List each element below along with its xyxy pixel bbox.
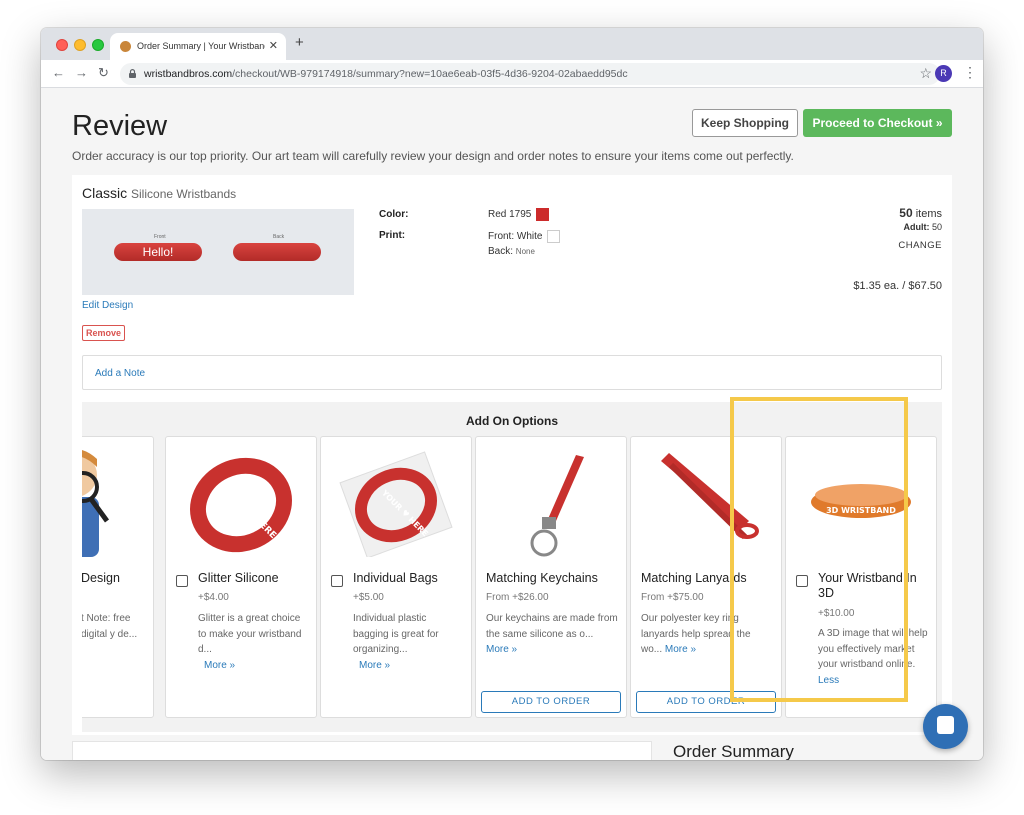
addon-desc: Individual plastic bagging is great for … xyxy=(353,611,463,673)
glitter-wristband-image: YOUR ♥ HERE xyxy=(190,457,292,553)
url-text: wristbandbros.com/checkout/WB-979174918/… xyxy=(144,68,628,80)
addon-title: Glitter Silicone xyxy=(198,571,279,585)
design-preview[interactable]: Front Back Hello! xyxy=(82,209,354,295)
edit-design-link[interactable]: Edit Design xyxy=(82,300,133,311)
wristband-print-text: YOUR ♥ HERE xyxy=(221,484,278,541)
url-domain: wristbandbros.com xyxy=(144,68,233,80)
order-details-box xyxy=(72,741,652,760)
lock-icon xyxy=(129,69,136,78)
addon-title: Design xyxy=(82,571,120,585)
close-window-button[interactable] xyxy=(56,39,68,51)
profile-avatar[interactable]: R xyxy=(935,65,952,82)
page-subtitle: Order accuracy is our top priority. Our … xyxy=(72,149,794,163)
bookmark-star-icon[interactable]: ☆ xyxy=(919,65,932,82)
addon-tile-glitter: YOUR ♥ HERE Glitter Silicone +$4.00 Glit… xyxy=(165,436,317,718)
address-bar[interactable]: wristbandbros.com/checkout/WB-979174918/… xyxy=(120,63,940,85)
front-label: Front xyxy=(154,234,166,240)
addon-price: From +$75.00 xyxy=(641,592,704,603)
address-toolbar: ← → ↻ wristbandbros.com/checkout/WB-9791… xyxy=(41,60,983,88)
color-swatch xyxy=(536,208,550,221)
close-tab-icon[interactable]: ✕ xyxy=(269,39,278,52)
addon-desc: Glitter is a great choice to make your w… xyxy=(198,611,308,673)
order-summary-heading: Order Summary xyxy=(673,742,794,760)
menu-dots-icon[interactable]: ⋮ xyxy=(963,64,977,81)
product-price: $1.35 ea. / $67.50 xyxy=(853,280,942,292)
reload-icon[interactable]: ↻ xyxy=(98,65,109,81)
more-link[interactable]: More » xyxy=(486,644,517,655)
print-front-value: Front: White xyxy=(488,230,561,243)
keychain-image xyxy=(530,455,584,557)
proceed-to-checkout-button[interactable]: Proceed to Checkout » xyxy=(803,109,952,137)
remove-button[interactable]: Remove xyxy=(82,325,126,341)
addon-desc-text: Our keychains are made from the same sil… xyxy=(486,613,618,640)
back-label: Back xyxy=(273,234,285,240)
individual-bag-image: YOUR ♥ HERE xyxy=(339,451,453,557)
addon-tile-bags: YOUR ♥ HERE Individual Bags +$5.00 Indiv… xyxy=(320,436,472,718)
boy-magnifier-image xyxy=(82,450,110,557)
color-name: Red 1795 xyxy=(488,209,532,221)
minimize-window-button[interactable] xyxy=(74,39,86,51)
chat-button[interactable] xyxy=(923,704,968,749)
tab-strip: Order Summary | Your Wristband ✕ + xyxy=(41,28,983,60)
print-back-text: None xyxy=(515,247,535,256)
url-path: /checkout/WB-979174918/summary?new=10ae6… xyxy=(232,68,628,80)
addon-desc-text: Individual plastic bagging is great for … xyxy=(353,613,439,655)
addon-price: From +$26.00 xyxy=(486,592,549,603)
forward-arrow-icon[interactable]: → xyxy=(75,65,88,80)
wristband-front-image: Hello! xyxy=(114,243,202,261)
quantity-unit: items xyxy=(915,208,942,220)
new-tab-button[interactable]: + xyxy=(295,34,304,51)
adult-quantity: Adult: 50 xyxy=(903,222,942,232)
color-value: Red 1795 xyxy=(488,208,550,221)
addon-checkbox[interactable] xyxy=(176,575,188,587)
highlight-annotation xyxy=(730,397,908,702)
chat-icon xyxy=(937,716,954,734)
addon-title: Individual Bags xyxy=(353,571,438,585)
more-link[interactable]: More » xyxy=(359,660,390,671)
tab-title: Order Summary | Your Wristband xyxy=(137,41,265,51)
add-to-order-button[interactable]: ADD TO ORDER xyxy=(481,691,621,713)
print-swatch xyxy=(547,230,561,243)
wristband-front-text: Hello! xyxy=(142,245,174,259)
adult-value: 50 xyxy=(931,222,942,232)
addon-price: +$5.00 xyxy=(353,592,384,603)
change-quantity-link[interactable]: CHANGE xyxy=(898,240,942,251)
product-name: Classic Silicone Wristbands xyxy=(82,185,236,201)
color-label: Color: xyxy=(379,209,409,220)
print-back-label: Back: xyxy=(488,246,514,257)
quantity: 50 items xyxy=(899,206,942,220)
print-front-text: Front: White xyxy=(488,231,543,243)
maximize-window-button[interactable] xyxy=(92,39,104,51)
adult-label: Adult: xyxy=(903,222,930,232)
addon-checkbox[interactable] xyxy=(331,575,343,587)
page-title: Review xyxy=(72,110,168,142)
more-link[interactable]: More » xyxy=(204,660,235,671)
product-type: Silicone Wristbands xyxy=(131,187,237,201)
addon-title: Matching Keychains xyxy=(486,571,598,585)
back-arrow-icon[interactable]: ← xyxy=(52,65,65,80)
addon-desc-text: Glitter is a great choice to make your w… xyxy=(198,613,302,655)
favicon-icon xyxy=(120,41,131,52)
addon-desc: Our keychains are made from the same sil… xyxy=(486,611,618,658)
add-note-label: Add a Note xyxy=(95,368,146,379)
addon-price: +$4.00 xyxy=(198,592,229,603)
more-link[interactable]: More » xyxy=(665,644,696,655)
quantity-value: 50 xyxy=(899,206,913,220)
print-label: Print: xyxy=(379,230,406,241)
print-back-value: Back: None xyxy=(488,246,535,257)
keep-shopping-button[interactable]: Keep Shopping xyxy=(692,109,798,137)
addon-desc: t Note: free digital y de... xyxy=(82,613,138,640)
wristband-back-image xyxy=(233,243,321,261)
add-note-field[interactable]: Add a Note xyxy=(82,355,942,390)
browser-tab[interactable]: Order Summary | Your Wristband ✕ xyxy=(110,33,286,60)
product-style: Classic xyxy=(82,185,128,201)
addon-tile-keychains: Matching Keychains From +$26.00 Our keyc… xyxy=(475,436,627,718)
addon-tile-design: Design t Note: free digital y de... xyxy=(82,436,154,718)
